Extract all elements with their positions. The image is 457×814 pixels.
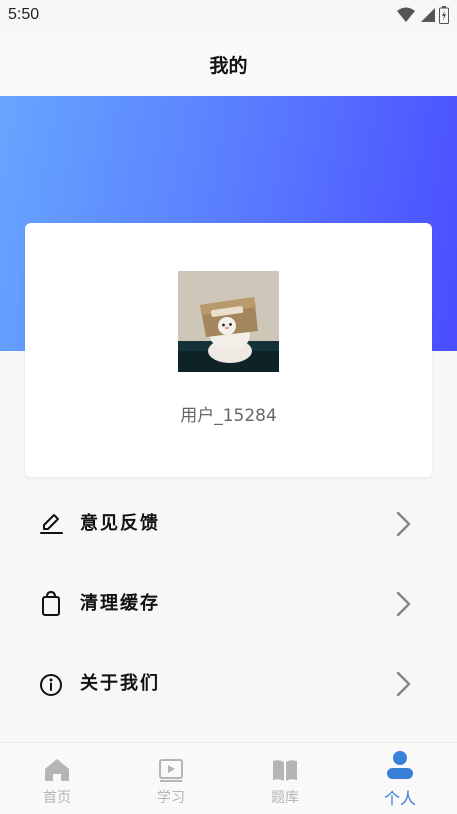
tab-label: 首页 — [43, 790, 71, 806]
username: 用户_15284 — [180, 406, 277, 426]
profile-card: 用户_15284 — [25, 223, 432, 477]
menu-item-label: 关于我们 — [80, 673, 160, 694]
cellular-signal-icon — [421, 8, 435, 22]
page-title: 我的 — [209, 55, 248, 77]
avatar[interactable] — [178, 271, 279, 372]
menu-item-feedback[interactable]: 意见反馈 — [0, 482, 457, 562]
book-icon — [273, 760, 297, 781]
menu-item-label: 清理缓存 — [80, 593, 160, 614]
play-icon — [159, 759, 183, 782]
chevron-right-icon — [396, 671, 411, 697]
wifi-icon — [397, 7, 415, 22]
home-icon — [45, 759, 69, 781]
tab-profile[interactable]: 个人 — [343, 743, 457, 814]
bottom-tab-bar: 首页 学习 题库 个人 — [0, 742, 457, 814]
battery-icon — [439, 6, 449, 24]
tab-home[interactable]: 首页 — [0, 743, 114, 814]
tab-label: 学习 — [157, 790, 185, 806]
status-bar: 5:50 — [0, 0, 457, 30]
chevron-right-icon — [396, 511, 411, 537]
tab-study[interactable]: 学习 — [114, 743, 228, 814]
info-icon — [40, 674, 62, 696]
menu-item-clear-cache[interactable]: 清理缓存 — [0, 562, 457, 642]
app-bar: 我的 — [0, 30, 457, 96]
tab-label: 个人 — [383, 789, 416, 808]
chevron-right-icon — [396, 591, 411, 617]
status-icons — [397, 6, 449, 24]
user-icon — [387, 751, 413, 779]
menu-item-about-us[interactable]: 关于我们 — [0, 642, 457, 722]
menu-item-label: 意见反馈 — [80, 513, 160, 534]
tab-question-bank[interactable]: 题库 — [228, 743, 342, 814]
status-time: 5:50 — [8, 6, 40, 23]
pen-icon — [40, 514, 63, 534]
trash-icon — [42, 590, 60, 616]
tab-label: 题库 — [271, 790, 299, 806]
